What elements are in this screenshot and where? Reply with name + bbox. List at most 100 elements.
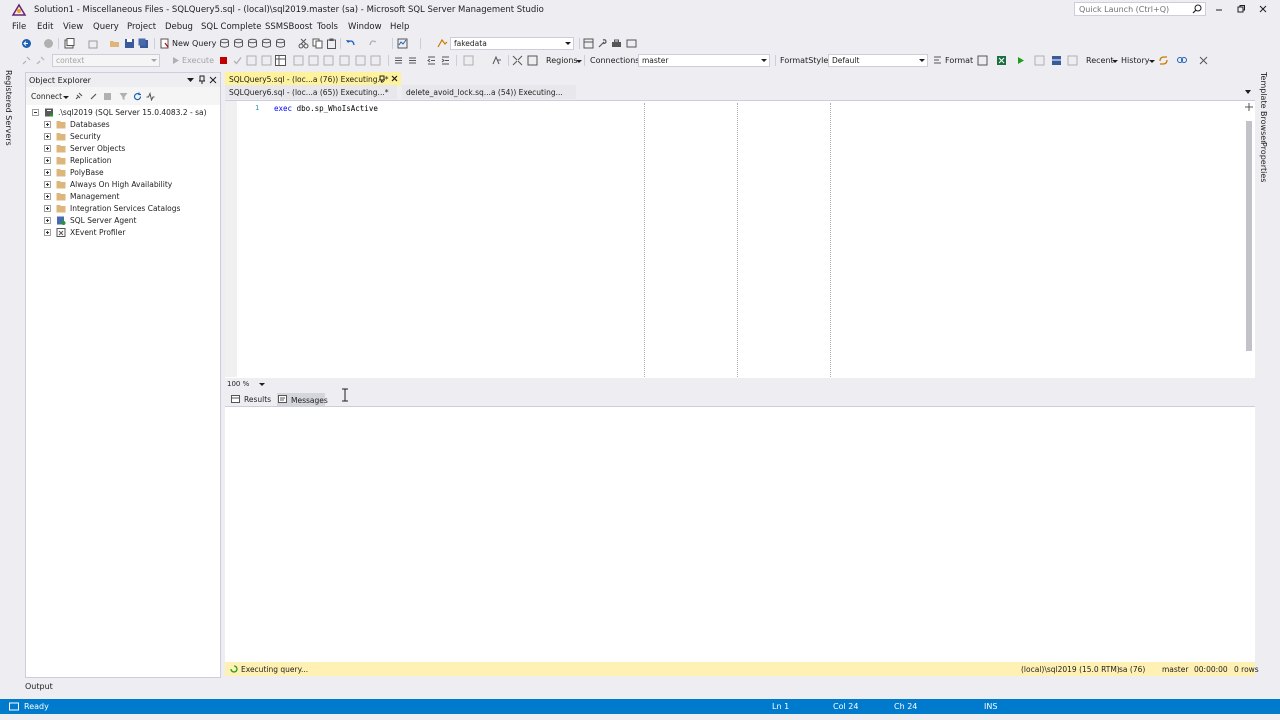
refresh-icon[interactable] — [133, 92, 142, 101]
menu-window[interactable]: Window — [348, 22, 382, 32]
clear-icon[interactable] — [1198, 55, 1209, 66]
format-button[interactable]: Format — [945, 56, 973, 65]
display-estimated-plan-icon[interactable] — [246, 55, 257, 66]
connections-select[interactable]: master — [638, 54, 770, 67]
results-to-text-icon[interactable] — [293, 55, 304, 66]
chevron-down-icon[interactable] — [1245, 90, 1251, 95]
disconnect-icon[interactable] — [35, 55, 46, 66]
formatstyles-select[interactable]: Default — [828, 54, 928, 67]
expand-icon[interactable] — [44, 133, 51, 140]
properties-window-icon[interactable] — [583, 38, 594, 49]
available-databases-select[interactable]: fakedata — [450, 37, 574, 50]
wrench-icon[interactable] — [597, 38, 608, 49]
results-grid-icon[interactable] — [1051, 55, 1062, 66]
add-item-icon[interactable] — [88, 38, 99, 49]
menu-ssmsboost[interactable]: SSMSBoost — [265, 22, 313, 32]
options-icon[interactable] — [626, 38, 637, 49]
template-browser-tab[interactable]: Template Browser — [1259, 72, 1268, 143]
menu-debug[interactable]: Debug — [165, 22, 193, 32]
decrease-indent-icon[interactable] — [426, 55, 437, 66]
connect-icon[interactable] — [21, 55, 32, 66]
increase-indent-icon[interactable] — [440, 55, 451, 66]
redo-icon[interactable] — [368, 38, 379, 49]
pin-icon[interactable] — [379, 75, 386, 83]
grid-icon[interactable] — [1034, 55, 1045, 66]
properties-tab[interactable]: Properties — [1259, 142, 1268, 182]
results-to-file-icon[interactable] — [308, 55, 319, 66]
minimize-button[interactable] — [1208, 2, 1230, 16]
scrollbar-thumb[interactable] — [1246, 121, 1252, 351]
chevron-down-icon[interactable] — [187, 77, 194, 83]
xmla-query-icon[interactable] — [275, 38, 286, 49]
toolbox-icon[interactable] — [611, 38, 622, 49]
menu-edit[interactable]: Edit — [37, 22, 53, 32]
close-icon[interactable] — [391, 75, 398, 82]
expand-icon[interactable] — [44, 229, 51, 236]
code-formatting-icon[interactable] — [492, 55, 503, 66]
back-icon[interactable] — [21, 38, 32, 49]
pin-icon[interactable] — [198, 75, 206, 85]
tab-messages[interactable]: Messages — [277, 393, 328, 406]
results-to-grid-icon[interactable] — [275, 55, 286, 66]
split-icon[interactable] — [1245, 103, 1253, 111]
comment-lines-icon[interactable] — [393, 55, 404, 66]
close-icon[interactable] — [209, 76, 217, 84]
database-engine-query-icon[interactable] — [219, 38, 230, 49]
save-all-icon[interactable] — [138, 38, 149, 49]
client-statistics-icon[interactable] — [339, 55, 350, 66]
include-plan-icon[interactable] — [323, 55, 334, 66]
save-icon[interactable] — [124, 38, 135, 49]
disconnect-icon[interactable] — [89, 92, 98, 101]
restore-button[interactable] — [1230, 2, 1252, 16]
forward-icon[interactable] — [43, 38, 54, 49]
expand-icon[interactable] — [44, 205, 51, 212]
context-select[interactable]: context — [52, 54, 160, 67]
results-pane-icon[interactable] — [1067, 55, 1078, 66]
uncomment-lines-icon[interactable] — [407, 55, 418, 66]
expand-icon[interactable] — [44, 217, 51, 224]
collapse-regions-icon[interactable] — [512, 55, 523, 66]
tab-delete-avoid-lock[interactable]: delete_avoid_lock.sq...a (54)) Executing… — [402, 85, 576, 99]
collapse-icon[interactable] — [32, 109, 39, 116]
menu-tools[interactable]: Tools — [317, 22, 338, 32]
copy-icon[interactable] — [312, 38, 323, 49]
menu-help[interactable]: Help — [390, 22, 409, 32]
menu-file[interactable]: File — [12, 22, 26, 32]
recent-menu[interactable]: Recent — [1086, 56, 1114, 65]
menu-view[interactable]: View — [63, 22, 83, 32]
connect-plug-icon[interactable] — [74, 92, 83, 101]
mdx-query-icon[interactable] — [247, 38, 258, 49]
filter-icon[interactable] — [119, 92, 128, 101]
parse-icon[interactable] — [232, 55, 243, 66]
quick-launch-input[interactable]: Quick Launch (Ctrl+Q) — [1074, 2, 1206, 16]
open-folder-icon[interactable] — [109, 38, 120, 49]
export-excel-icon[interactable] — [996, 55, 1007, 66]
output-tab[interactable]: Output — [25, 682, 53, 691]
cut-icon[interactable] — [298, 38, 309, 49]
expand-icon[interactable] — [44, 169, 51, 176]
activity-monitor-icon[interactable] — [397, 38, 408, 49]
snippet-icon[interactable] — [463, 55, 474, 66]
expand-regions-icon[interactable] — [527, 55, 538, 66]
new-query-button[interactable]: New Query — [172, 39, 216, 48]
regions-menu[interactable]: Regions — [546, 56, 578, 65]
connect-button[interactable]: Connect — [31, 92, 62, 101]
execute-current-statement-icon[interactable] — [1016, 55, 1027, 66]
editor-vertical-scrollbar[interactable] — [1245, 103, 1253, 375]
history-menu[interactable]: History — [1121, 56, 1149, 65]
menu-sql-complete[interactable]: SQL Complete — [201, 22, 262, 32]
copy-formatted-icon[interactable] — [977, 55, 988, 66]
expand-icon[interactable] — [44, 145, 51, 152]
query-options-icon[interactable] — [261, 55, 272, 66]
tab-sqlquery5[interactable]: SQLQuery5.sql - (loc...a (76)) Executing… — [225, 72, 401, 86]
sqlcmd-mode-icon[interactable] — [355, 55, 366, 66]
expand-icon[interactable] — [44, 181, 51, 188]
refresh-icon[interactable] — [1158, 55, 1169, 66]
code-line[interactable]: exec dbo.sp_WhoIsActive — [274, 104, 378, 113]
tab-sqlquery6[interactable]: SQLQuery6.sql - (loc...a (65)) Executing… — [225, 85, 397, 99]
expand-icon[interactable] — [44, 121, 51, 128]
chevron-down-icon[interactable] — [259, 383, 265, 386]
query-editor[interactable]: 1 exec dbo.sp_WhoIsActive — [225, 100, 1255, 378]
cancel-query-icon[interactable] — [218, 55, 229, 66]
expand-icon[interactable] — [44, 157, 51, 164]
